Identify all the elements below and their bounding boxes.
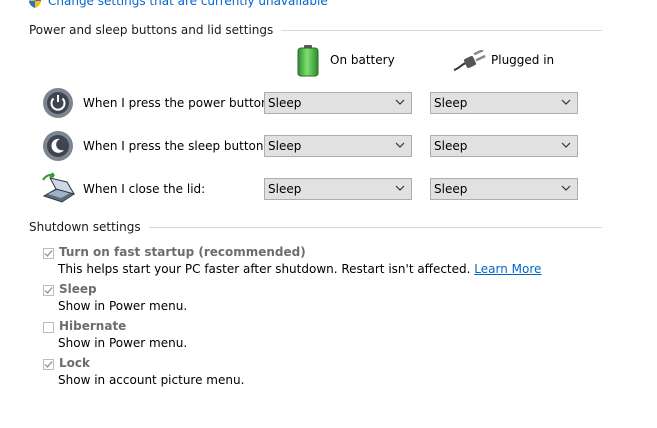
sleep-button-icon (43, 131, 73, 161)
sleep-option-label: Sleep (59, 282, 97, 296)
checkmark-icon (44, 250, 53, 258)
power-button-label: When I press the power button: (83, 96, 273, 110)
chevron-down-icon (395, 142, 405, 148)
plugged-column-label: Plugged in (491, 53, 555, 67)
battery-column-label: On battery (330, 53, 395, 67)
laptop-lid-icon (42, 172, 76, 203)
close-lid-plugged-value: Sleep (434, 182, 468, 196)
shutdown-section-title: Shutdown settings (29, 220, 149, 234)
hibernate-option-label: Hibernate (59, 319, 127, 333)
learn-more-link[interactable]: Learn More (474, 262, 541, 276)
close-lid-battery-select[interactable]: Sleep (264, 178, 412, 200)
sleep-button-plugged-value: Sleep (434, 139, 468, 153)
chevron-down-icon (395, 185, 405, 191)
change-settings-label[interactable]: Change settings that are currently unava… (48, 0, 328, 8)
power-button-plugged-value: Sleep (434, 96, 468, 110)
checkmark-icon (44, 287, 53, 295)
plug-icon (453, 50, 486, 71)
checkmark-icon (44, 361, 53, 369)
fast-startup-desc-text: This helps start your PC faster after sh… (58, 262, 471, 276)
lock-option-label: Lock (59, 356, 90, 370)
fast-startup-checkbox[interactable] (43, 248, 54, 259)
chevron-down-icon (561, 99, 571, 105)
close-lid-label: When I close the lid: (83, 182, 206, 196)
hibernate-checkbox[interactable] (43, 322, 54, 333)
chevron-down-icon (395, 99, 405, 105)
shield-icon (29, 0, 41, 8)
chevron-down-icon (561, 142, 571, 148)
power-button-battery-select[interactable]: Sleep (264, 92, 412, 114)
hibernate-option-description: Show in Power menu. (58, 336, 188, 350)
battery-icon (297, 45, 319, 77)
sleep-button-label: When I press the sleep button: (83, 139, 268, 153)
sleep-button-battery-select[interactable]: Sleep (264, 135, 412, 157)
sleep-button-plugged-select[interactable]: Sleep (430, 135, 578, 157)
power-button-icon (43, 88, 73, 118)
fast-startup-label: Turn on fast startup (recommended) (59, 245, 306, 259)
power-button-plugged-select[interactable]: Sleep (430, 92, 578, 114)
fast-startup-description: This helps start your PC faster after sh… (58, 262, 541, 276)
power-section-title: Power and sleep buttons and lid settings (29, 23, 282, 37)
sleep-option-description: Show in Power menu. (58, 299, 188, 313)
sleep-button-battery-value: Sleep (268, 139, 302, 153)
chevron-down-icon (561, 185, 571, 191)
lock-option-description: Show in account picture menu. (58, 373, 245, 387)
lock-checkbox[interactable] (43, 359, 54, 370)
sleep-checkbox[interactable] (43, 285, 54, 296)
power-button-battery-value: Sleep (268, 96, 302, 110)
close-lid-battery-value: Sleep (268, 182, 302, 196)
close-lid-plugged-select[interactable]: Sleep (430, 178, 578, 200)
